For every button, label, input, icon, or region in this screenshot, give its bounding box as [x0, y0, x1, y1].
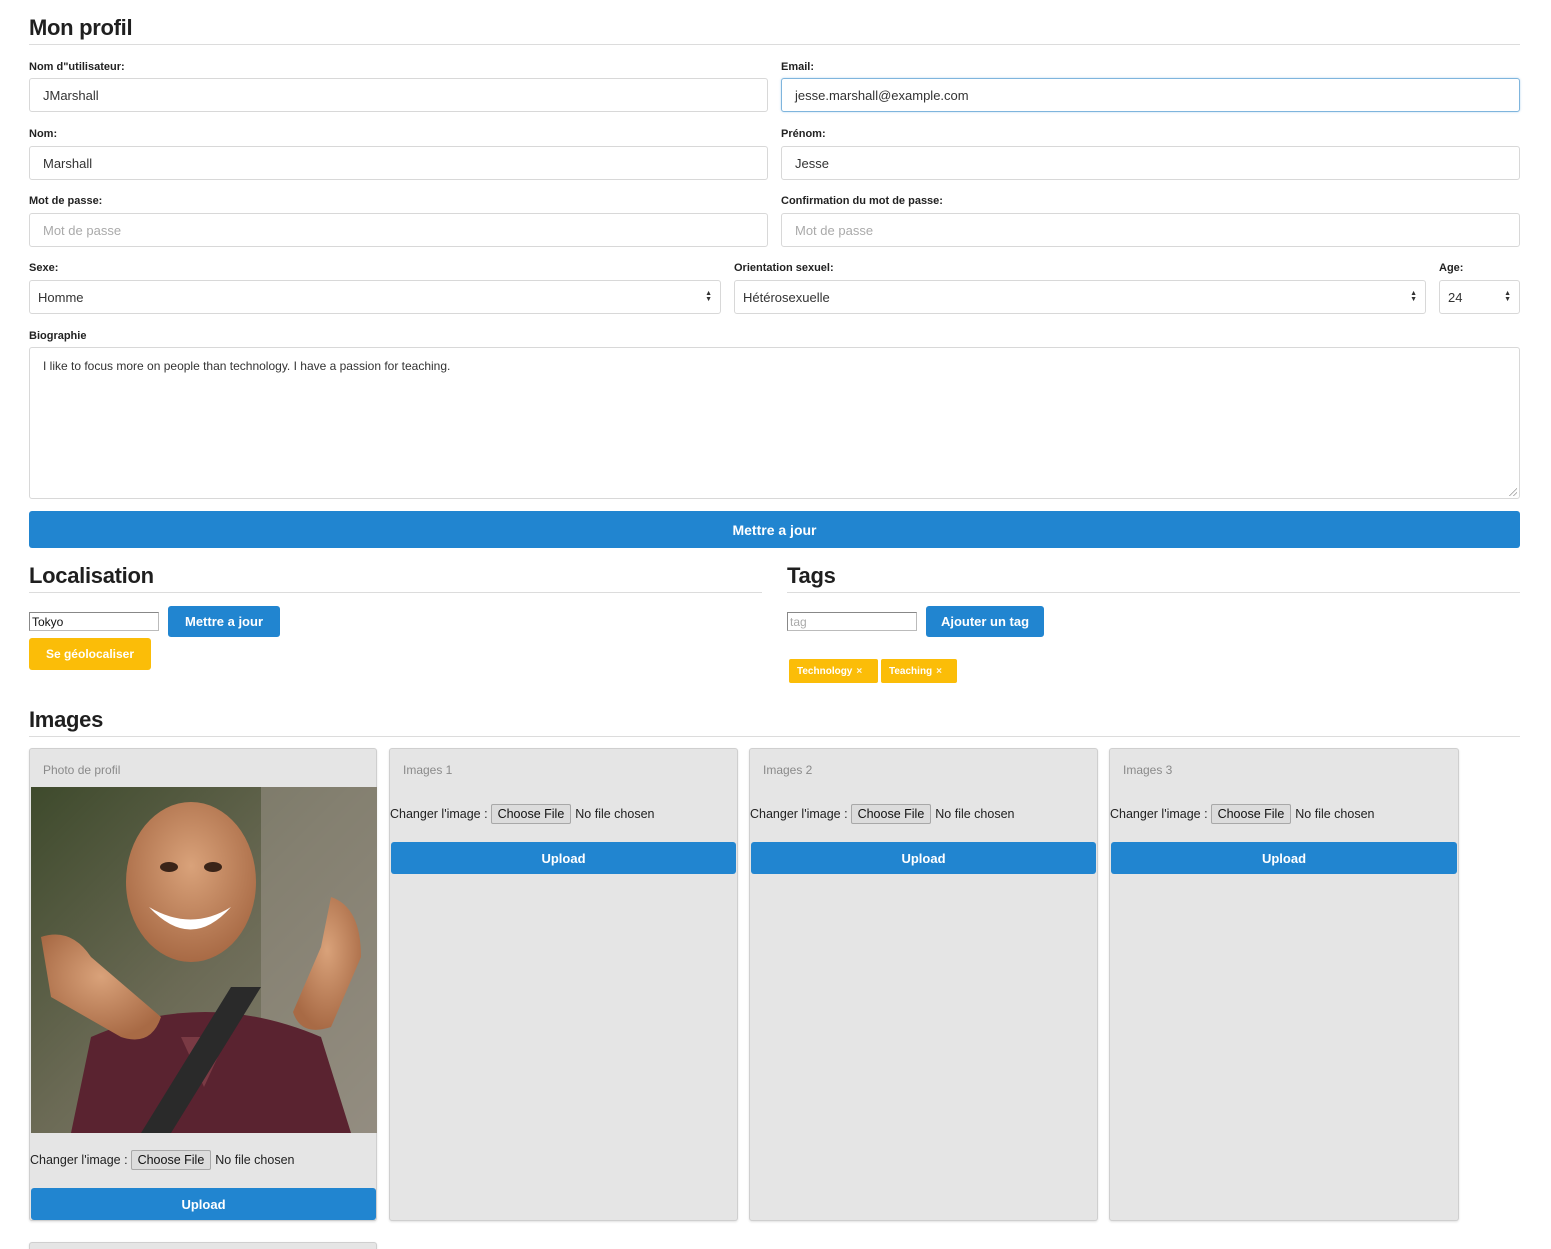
change-image-row: Changer l'image : Choose File No file ch… [1110, 804, 1375, 824]
upload-button[interactable]: Upload [31, 1188, 376, 1220]
password-input[interactable]: Mot de passe [29, 213, 768, 247]
images-title: Images [29, 707, 104, 732]
no-file-text: No file chosen [1295, 807, 1375, 821]
choose-file-button[interactable]: Choose File [130, 1150, 212, 1170]
tags-title: Tags [787, 563, 836, 588]
sex-label: Sexe: [29, 262, 59, 274]
card-title: Images 1 [403, 763, 453, 777]
change-image-label: Changer l'image : [750, 807, 848, 821]
choose-file-button[interactable]: Choose File [850, 804, 932, 824]
select-arrows-icon: ▲ ▼ [705, 290, 712, 303]
update-profile-button[interactable]: Mettre a jour [29, 511, 1520, 548]
tag-item: Technology × [789, 659, 878, 683]
change-image-row: Changer l'image : Choose File No file ch… [750, 804, 1015, 824]
lastname-label: Nom: [29, 128, 58, 140]
sex-select-value: Homme [38, 289, 84, 305]
image-card-3: Images 3 Changer l'image : Choose File N… [1109, 748, 1459, 1221]
sex-select[interactable]: Homme ▲ ▼ [29, 280, 721, 314]
age-select-value: 24 [1448, 289, 1463, 305]
email-label: Email: [781, 61, 815, 73]
remove-tag-icon[interactable]: × [856, 666, 862, 677]
no-file-text: No file chosen [935, 807, 1015, 821]
title-divider [29, 44, 1520, 45]
lastname-input[interactable]: Marshall [29, 146, 768, 180]
change-image-label: Changer l'image : [1110, 807, 1208, 821]
change-image-row: Changer l'image : Choose File No file ch… [30, 1150, 295, 1170]
change-image-label: Changer l'image : [390, 807, 488, 821]
card-title: Images 3 [1123, 763, 1173, 777]
firstname-input[interactable]: Jesse [781, 146, 1520, 180]
tags-divider [787, 592, 1520, 593]
card-title: Photo de profil [43, 763, 121, 777]
tag-input[interactable]: tag [787, 612, 917, 631]
geolocate-button[interactable]: Se géolocaliser [29, 638, 151, 670]
page-title: Mon profil [29, 15, 133, 40]
choose-file-button[interactable]: Choose File [490, 804, 572, 824]
orientation-label: Orientation sexuel: [734, 262, 834, 274]
no-file-text: No file chosen [215, 1153, 295, 1167]
change-image-label: Changer l'image : [30, 1153, 128, 1167]
change-image-row: Changer l'image : Choose File No file ch… [390, 804, 655, 824]
choose-file-button[interactable]: Choose File [1210, 804, 1292, 824]
update-location-button[interactable]: Mettre a jour [168, 606, 280, 637]
city-input[interactable]: Tokyo [29, 612, 159, 631]
age-select[interactable]: 24 ▲ ▼ [1439, 280, 1520, 314]
firstname-label: Prénom: [781, 128, 826, 140]
card-title: Images 2 [763, 763, 813, 777]
password-label: Mot de passe: [29, 195, 103, 207]
location-title: Localisation [29, 563, 154, 588]
tag-item: Teaching × [881, 659, 957, 683]
tag-label: Teaching [889, 665, 933, 677]
remove-tag-icon[interactable]: × [936, 666, 942, 677]
email-input[interactable]: jesse.marshall@example.com [781, 78, 1520, 112]
image-card-4 [29, 1242, 377, 1249]
select-arrows-icon: ▲ ▼ [1504, 290, 1511, 303]
bio-text: I like to focus more on people than tech… [43, 359, 451, 373]
no-file-text: No file chosen [575, 807, 655, 821]
add-tag-button[interactable]: Ajouter un tag [926, 606, 1044, 637]
image-card-1: Images 1 Changer l'image : Choose File N… [389, 748, 738, 1221]
password-confirm-label: Confirmation du mot de passe: [781, 195, 943, 207]
select-arrows-icon: ▲ ▼ [1410, 290, 1417, 303]
images-divider [29, 736, 1520, 737]
age-label: Age: [1439, 262, 1464, 274]
password-confirm-input[interactable]: Mot de passe [781, 213, 1520, 247]
profile-photo-card: Photo de profil Changer l'image : Choose… [29, 748, 377, 1221]
upload-button[interactable]: Upload [751, 842, 1096, 874]
orientation-select[interactable]: Hétérosexuelle ▲ ▼ [734, 280, 1426, 314]
bio-textarea[interactable]: I like to focus more on people than tech… [29, 347, 1520, 499]
image-card-2: Images 2 Changer l'image : Choose File N… [749, 748, 1098, 1221]
profile-photo [31, 787, 377, 1133]
upload-button[interactable]: Upload [1111, 842, 1457, 874]
tag-label: Technology [797, 665, 853, 677]
username-input[interactable]: JMarshall [29, 78, 768, 112]
bio-label: Biographie [29, 330, 87, 342]
location-divider [29, 592, 762, 593]
resize-handle-icon[interactable] [1509, 488, 1517, 496]
orientation-select-value: Hétérosexuelle [743, 289, 830, 305]
upload-button[interactable]: Upload [391, 842, 736, 874]
username-label: Nom d"utilisateur: [29, 61, 125, 73]
